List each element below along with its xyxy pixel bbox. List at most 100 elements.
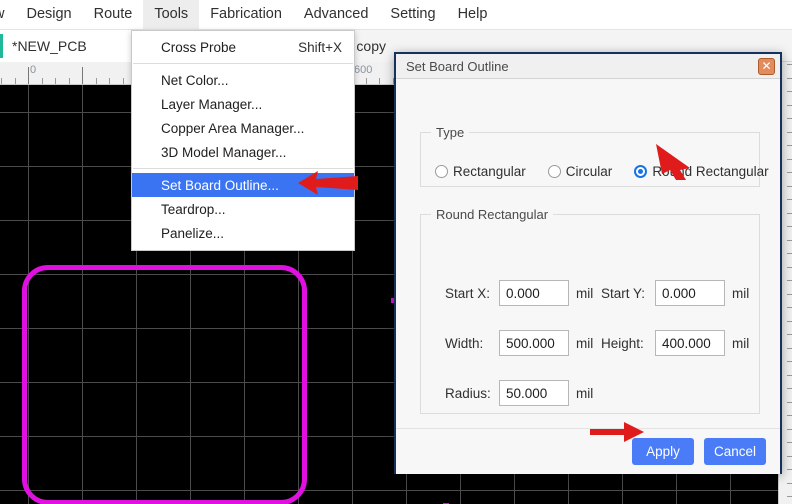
menu-item-3d-model-manager[interactable]: 3D Model Manager... xyxy=(132,140,354,164)
ruler-tick xyxy=(787,253,792,254)
start-y-label: Start Y: xyxy=(601,285,646,301)
ruler-tick xyxy=(787,483,792,484)
width-row: Width: mil xyxy=(445,330,593,356)
ruler-tick xyxy=(787,321,792,322)
menu-setting[interactable]: Setting xyxy=(379,0,446,29)
ruler-tick xyxy=(787,469,792,470)
radio-round-rectangular-indicator xyxy=(634,165,648,178)
dialog-body: Type Rectangular Circular Round Rectangu… xyxy=(396,79,780,474)
radius-label: Radius: xyxy=(445,385,491,401)
tab-copy-label: copy xyxy=(356,38,386,54)
ruler-tick xyxy=(787,240,792,241)
menu-item-label: Net Color... xyxy=(161,72,229,88)
tab-new-pcb[interactable]: *NEW_PCB xyxy=(0,30,136,62)
radio-circular-label: Circular xyxy=(565,164,613,179)
radio-round-rectangular[interactable]: Round Rectangular xyxy=(634,164,769,179)
ruler-tick xyxy=(109,78,110,84)
menu-view[interactable]: w xyxy=(0,0,15,29)
start-y-input[interactable] xyxy=(655,280,725,306)
application-window: w Design Route Tools Fabrication Advance… xyxy=(0,0,792,504)
menu-item-set-board-outline[interactable]: Set Board Outline... xyxy=(132,173,354,197)
tools-dropdown-menu: Cross Probe Shift+X Net Color... Layer Mana… xyxy=(131,30,355,251)
ruler-tick xyxy=(82,67,83,84)
height-input[interactable] xyxy=(655,330,725,356)
ruler-label: 600 xyxy=(354,64,373,76)
ruler-tick xyxy=(42,78,43,84)
menu-item-label: Set Board Outline... xyxy=(161,177,279,193)
type-radio-row: Rectangular Circular Round Rectangular xyxy=(435,164,791,179)
radio-circular-indicator xyxy=(547,165,561,178)
width-unit: mil xyxy=(576,335,594,351)
ruler-tick xyxy=(787,132,792,133)
menu-help[interactable]: Help xyxy=(447,0,499,29)
ruler-tick xyxy=(787,105,792,106)
ruler-tick xyxy=(123,78,124,84)
width-label: Width: xyxy=(445,335,484,351)
close-icon[interactable]: ✕ xyxy=(758,57,775,75)
menu-item-label: Layer Manager... xyxy=(161,96,263,112)
apply-button[interactable]: Apply xyxy=(632,438,694,465)
start-x-input[interactable] xyxy=(499,280,569,306)
ruler-tick xyxy=(787,388,792,389)
ruler-tick xyxy=(787,118,792,119)
ruler-tick xyxy=(69,78,70,84)
ruler-tick xyxy=(787,267,792,268)
menu-bar: w Design Route Tools Fabrication Advance… xyxy=(0,0,792,30)
radius-unit: mil xyxy=(576,385,594,401)
menu-tools[interactable]: Tools xyxy=(143,0,200,29)
menu-route[interactable]: Route xyxy=(83,0,144,29)
type-group-legend: Type xyxy=(436,125,465,140)
menu-separator xyxy=(133,63,353,64)
ruler-tick xyxy=(366,78,367,84)
round-rectangular-group: Round Rectangular Start X: mil Start Y: … xyxy=(420,207,760,414)
ruler-tick xyxy=(787,415,792,416)
dialog-title-bar[interactable]: Set Board Outline ✕ xyxy=(396,54,780,79)
ruler-tick xyxy=(787,226,792,227)
set-board-outline-dialog: Set Board Outline ✕ Type Rectangular Cir… xyxy=(394,52,782,474)
width-input[interactable] xyxy=(499,330,569,356)
menu-item-label: Cross Probe xyxy=(161,39,237,55)
ruler-tick xyxy=(787,307,792,308)
ruler-tick xyxy=(787,348,792,349)
ruler-tick xyxy=(787,78,792,79)
ruler-tick xyxy=(787,186,792,187)
ruler-tick xyxy=(787,159,792,160)
start-y-unit: mil xyxy=(732,285,750,301)
dialog-button-bar: Apply Cancel xyxy=(396,428,780,474)
ruler-tick xyxy=(787,91,792,92)
menu-item-label: 3D Model Manager... xyxy=(161,144,287,160)
menu-fabrication[interactable]: Fabrication xyxy=(199,0,293,29)
menu-item-cross-probe[interactable]: Cross Probe Shift+X xyxy=(132,35,354,59)
menu-design[interactable]: Design xyxy=(15,0,82,29)
type-group: Type Rectangular Circular Round Rectangu… xyxy=(420,125,769,187)
cancel-button[interactable]: Cancel xyxy=(704,438,766,465)
menu-item-panelize[interactable]: Panelize... xyxy=(132,221,354,245)
height-label: Height: xyxy=(601,335,644,351)
radio-rectangular[interactable]: Rectangular xyxy=(435,164,526,179)
tab-accent-bar xyxy=(0,34,3,58)
ruler-tick xyxy=(787,334,792,335)
radius-row: Radius: mil xyxy=(445,380,593,406)
menu-item-label: Copper Area Manager... xyxy=(161,120,305,136)
ruler-tick xyxy=(28,67,29,84)
ruler-tick xyxy=(96,78,97,84)
menu-item-teardrop[interactable]: Teardrop... xyxy=(132,197,354,221)
ruler-tick xyxy=(787,402,792,403)
ruler-tick xyxy=(787,64,792,65)
ruler-tick xyxy=(787,199,792,200)
menu-item-copper-area-manager[interactable]: Copper Area Manager... xyxy=(132,116,354,140)
dialog-title: Set Board Outline xyxy=(406,58,509,74)
menu-advanced[interactable]: Advanced xyxy=(293,0,380,29)
menu-item-net-color[interactable]: Net Color... xyxy=(132,68,354,92)
ruler-tick xyxy=(787,361,792,362)
menu-item-layer-manager[interactable]: Layer Manager... xyxy=(132,92,354,116)
radio-rectangular-indicator xyxy=(435,165,448,178)
radius-input[interactable] xyxy=(499,380,569,406)
ruler-tick xyxy=(787,294,792,295)
height-row: Height: mil xyxy=(601,330,749,356)
radio-circular[interactable]: Circular xyxy=(547,164,613,179)
start-y-row: Start Y: mil xyxy=(601,280,749,306)
ruler-tick xyxy=(55,78,56,84)
menu-separator xyxy=(133,168,353,169)
start-x-label: Start X: xyxy=(445,285,491,301)
